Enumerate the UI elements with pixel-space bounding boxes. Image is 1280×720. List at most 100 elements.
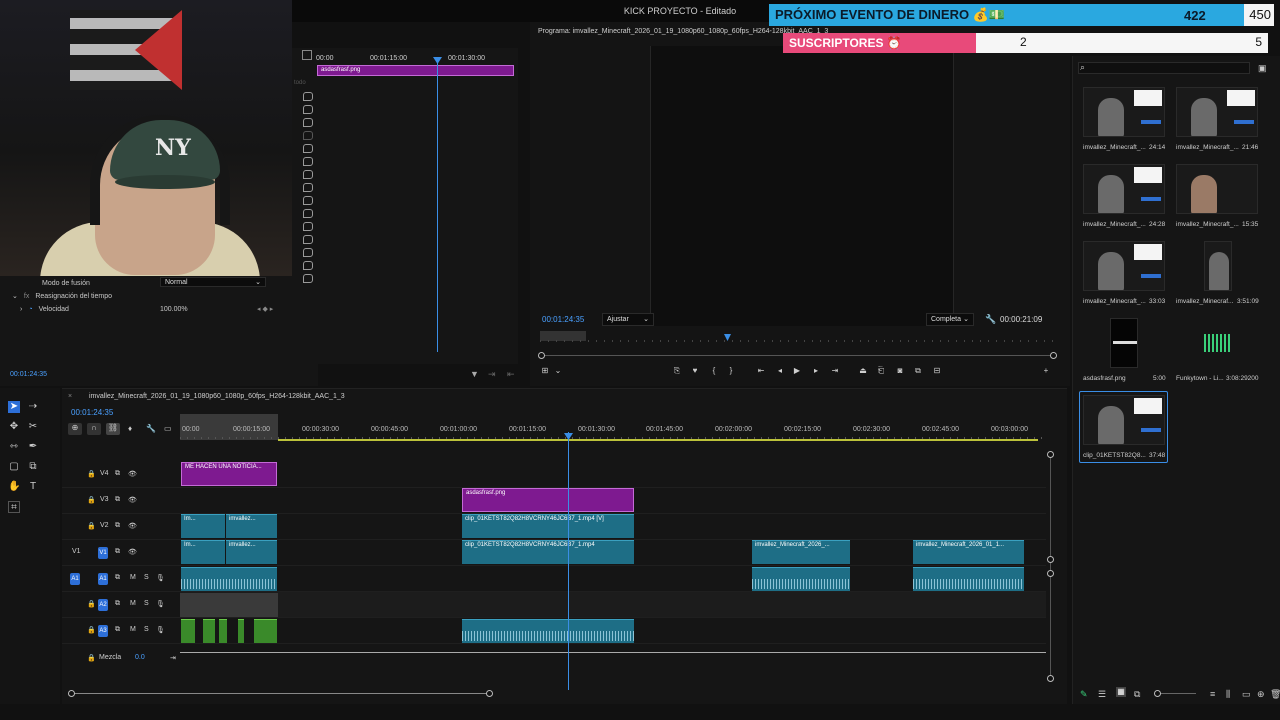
clip-a3-main[interactable] xyxy=(462,619,634,643)
mark-in-icon[interactable]: { xyxy=(709,366,719,376)
program-scroll-right[interactable] xyxy=(1050,352,1057,359)
pen-icon[interactable]: ✒ xyxy=(27,441,39,453)
clip-v2-a[interactable]: Im... xyxy=(181,514,225,538)
vscroll-bottom-handle[interactable] xyxy=(1047,675,1054,682)
reset-icon[interactable] xyxy=(303,131,313,140)
icon-view-icon[interactable]: ▦ xyxy=(1116,687,1126,697)
clip-a3-green[interactable] xyxy=(181,619,195,643)
clip-a1-a[interactable] xyxy=(181,567,277,591)
bin-thumb-6[interactable] xyxy=(1110,318,1138,368)
keyframe-nav-icon[interactable]: ◂ ◆ ▸ xyxy=(257,303,273,315)
vscroll-top-handle[interactable] xyxy=(1047,451,1054,458)
mute-button[interactable]: M xyxy=(130,600,136,607)
go-to-out-icon[interactable]: ⇥ xyxy=(830,366,840,376)
clip-v1-b[interactable]: imvallez... xyxy=(226,540,277,564)
hscroll-right-handle[interactable] xyxy=(486,690,493,697)
selection-tool-icon[interactable]: ➤ xyxy=(8,401,20,413)
sync-lock-icon[interactable]: ⧉ xyxy=(115,626,120,634)
sync-lock-icon[interactable]: ⧉ xyxy=(115,600,120,608)
lock-icon[interactable]: 🔒 xyxy=(87,522,96,530)
mark-out-icon[interactable]: } xyxy=(726,366,736,376)
time-remap-row[interactable]: ⌄ fx Reasignación del tiempo xyxy=(12,290,112,302)
track-target-v1[interactable]: V1 xyxy=(98,547,108,559)
reset-icon[interactable] xyxy=(303,92,313,101)
insert-icon[interactable]: ⧉ xyxy=(913,366,923,376)
frame-icon[interactable]: ⧉ xyxy=(27,461,39,473)
mute-button[interactable]: M xyxy=(130,574,136,581)
caption-tool-icon[interactable]: ⌗ xyxy=(8,501,20,513)
lock-icon[interactable]: 🔒 xyxy=(87,600,96,608)
program-scroll-left[interactable] xyxy=(538,352,545,359)
lock-icon[interactable]: 🔒 xyxy=(87,496,96,504)
src-clip-asdasfrasf[interactable]: asdasfrasf.png xyxy=(317,65,514,76)
fit-select[interactable]: Ajustar ⌄ xyxy=(602,313,654,326)
rectangle-icon[interactable]: ▢ xyxy=(8,461,20,473)
close-tab-icon[interactable]: × xyxy=(68,393,72,400)
captions-icon[interactable]: ▭ xyxy=(164,424,172,433)
audio-waveform-icon[interactable] xyxy=(1204,334,1232,352)
reset-icon[interactable] xyxy=(303,235,313,244)
extract-icon[interactable]: ⎗ xyxy=(876,366,886,376)
program-timecode[interactable]: 00:01:24:35 xyxy=(542,315,584,324)
add-button-icon[interactable]: + xyxy=(1041,366,1051,376)
track-target-a2[interactable]: A2 xyxy=(98,599,108,611)
hand-icon[interactable]: ✋ xyxy=(8,481,20,493)
reset-icon[interactable] xyxy=(303,261,313,270)
lift-icon[interactable]: ⎘ xyxy=(672,366,682,376)
sequence-tab[interactable]: imvallez_Minecraft_2026_01_19_1080p60_10… xyxy=(89,393,345,400)
freeform-view-icon[interactable]: ⧉ xyxy=(1134,689,1140,700)
track-target-a3[interactable]: A3 xyxy=(98,625,108,637)
filter-icon[interactable]: ▼ xyxy=(470,368,479,380)
timeline-hscroll[interactable] xyxy=(72,693,490,694)
speed-value[interactable]: 100.00% xyxy=(160,303,188,315)
program-viewer[interactable] xyxy=(650,46,954,326)
reset-icon[interactable] xyxy=(303,209,313,218)
play-icon[interactable]: ▶ xyxy=(792,366,802,376)
overwrite-icon[interactable]: ⊟ xyxy=(932,366,942,376)
sync-lock-icon[interactable]: ⧉ xyxy=(115,470,120,478)
linked-selection-icon[interactable]: ⛓ xyxy=(106,423,120,435)
program-ruler[interactable] xyxy=(540,340,1056,342)
new-bin-icon[interactable]: ▣ xyxy=(1258,63,1267,74)
eye-icon[interactable]: 👁 xyxy=(128,548,137,556)
export-frame-icon[interactable]: ⇤ xyxy=(507,368,515,380)
reset-icon[interactable] xyxy=(303,170,313,179)
clip-a1-d[interactable] xyxy=(913,567,1024,591)
track-target-a1[interactable]: A1 xyxy=(98,573,108,585)
bin-thumb-0[interactable] xyxy=(1083,87,1165,137)
bin-search-input[interactable] xyxy=(1078,62,1250,74)
lane-a2[interactable] xyxy=(180,592,1046,618)
chevron-down-icon[interactable]: ⌄ xyxy=(553,366,563,376)
bin-thumb-8[interactable] xyxy=(1083,395,1165,445)
zoom-slider-handle[interactable] xyxy=(1154,690,1161,697)
hscroll-left-handle[interactable] xyxy=(68,690,75,697)
mix-value[interactable]: 0.0 xyxy=(135,654,145,661)
reset-icon[interactable] xyxy=(303,183,313,192)
program-scroll-track[interactable] xyxy=(542,355,1054,356)
reset-icon[interactable] xyxy=(303,274,313,283)
vscroll-mid2-handle[interactable] xyxy=(1047,570,1054,577)
clip-title-v4[interactable]: ME HACEN UNA NOTICIA... xyxy=(181,462,277,486)
track-select-icon[interactable]: ⇢ xyxy=(27,401,39,413)
go-to-end-icon[interactable]: ⇥ xyxy=(170,654,176,662)
zoom-slider[interactable] xyxy=(1156,693,1196,694)
wrench-icon[interactable]: 🔧 xyxy=(985,314,996,325)
reset-icon[interactable] xyxy=(303,144,313,153)
go-to-in-icon[interactable]: ⇤ xyxy=(756,366,766,376)
lane-v4[interactable] xyxy=(180,462,1046,488)
solo-button[interactable]: S xyxy=(144,600,149,607)
sync-lock-icon[interactable]: ⧉ xyxy=(115,574,120,582)
microphone-icon[interactable]: 🎙 xyxy=(156,600,165,608)
clip-v1-a[interactable]: Im... xyxy=(181,540,225,564)
clip-v1-c[interactable]: imvallez_Minecraft_2026_... xyxy=(752,540,850,564)
clip-v2-b[interactable]: imvallez... xyxy=(226,514,277,538)
clip-a3-green[interactable] xyxy=(203,619,215,643)
snap-icon[interactable]: ∩ xyxy=(87,423,101,435)
clip-a3-green[interactable] xyxy=(254,619,277,643)
export-icon[interactable]: ⇥ xyxy=(488,368,496,380)
microphone-icon[interactable]: 🎙 xyxy=(156,574,165,582)
clip-v2-main[interactable]: clip_01KETST82Q82H8VCRNY46JC6B7_1.mp4 [V… xyxy=(462,514,634,538)
automate-icon[interactable]: ⫼ xyxy=(1226,689,1230,700)
reset-icon[interactable] xyxy=(303,118,313,127)
sync-lock-icon[interactable]: ⧉ xyxy=(115,522,120,530)
